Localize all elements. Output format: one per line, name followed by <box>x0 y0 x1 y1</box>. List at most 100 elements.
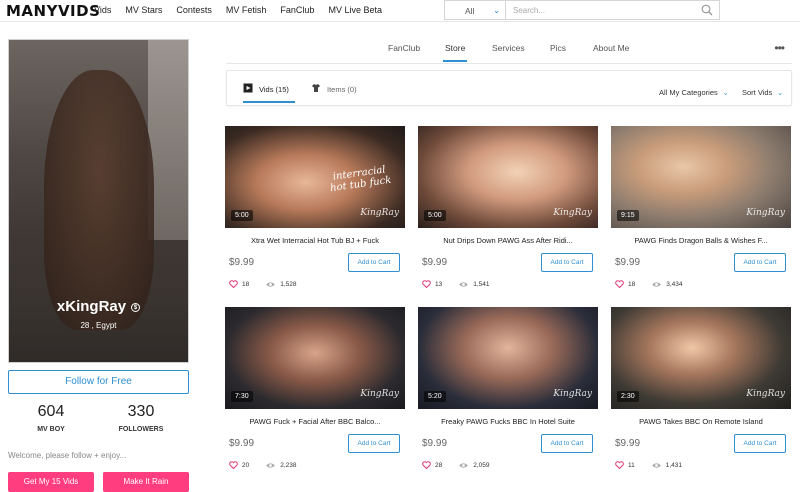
profile-tabs: FanClub Store Services Pics About Me ••• <box>226 38 792 64</box>
tab-services[interactable]: Services <box>492 43 525 53</box>
video-meta: 13 1,541 <box>422 280 490 288</box>
stat-followers: 330 FOLLOWERS <box>106 403 176 433</box>
chevron-down-icon: ⌄ <box>493 6 500 15</box>
stat-value: 330 <box>127 403 155 420</box>
add-to-cart-button[interactable]: Add to Cart <box>348 253 400 272</box>
video-likes: 20 <box>242 461 250 469</box>
video-meta: 11 1,431 <box>615 461 682 469</box>
add-to-cart-button[interactable]: Add to Cart <box>734 434 786 453</box>
video-card[interactable]: interracial hot tub fuck 5:00 KingRay Xt… <box>225 126 405 302</box>
video-likes: 28 <box>435 461 443 469</box>
video-duration: 2:30 <box>617 391 639 402</box>
video-thumbnail[interactable]: 9:15 KingRay <box>611 126 791 228</box>
welcome-text: Welcome, please follow + enjoy... <box>8 451 127 460</box>
video-title[interactable]: PAWG Finds Dragon Balls & Wishes F... <box>611 236 791 245</box>
make-it-rain-button[interactable]: Make It Rain <box>103 472 189 492</box>
tab-about-me[interactable]: About Me <box>593 43 629 53</box>
nav-fanclub[interactable]: FanClub <box>280 5 314 15</box>
subtab-items[interactable]: Items (0) <box>312 84 357 94</box>
video-card[interactable]: 7:30 KingRay PAWG Fuck + Facial After BB… <box>225 307 405 483</box>
stat-value: 604 <box>37 403 65 420</box>
verified-badge-icon: $ <box>131 302 141 312</box>
add-to-cart-button[interactable]: Add to Cart <box>541 434 593 453</box>
profile-name: xKingRay $ <box>9 298 188 315</box>
search-placeholder: Search... <box>513 6 546 15</box>
search-input[interactable]: Search... <box>506 0 720 20</box>
add-to-cart-button[interactable]: Add to Cart <box>734 253 786 272</box>
video-views: 1,431 <box>665 461 683 469</box>
video-thumbnail[interactable]: 5:00 KingRay <box>418 126 598 228</box>
get-vids-button[interactable]: Get My 15 Vids <box>8 472 94 492</box>
subtab-vids[interactable]: Vids (15) <box>243 83 295 103</box>
nav-mv-live[interactable]: MV Live Beta <box>328 5 382 15</box>
video-thumbnail[interactable]: 7:30 KingRay <box>225 307 405 409</box>
profile-location: 28 , Egypt <box>80 321 117 330</box>
video-views: 1,541 <box>473 280 490 288</box>
video-thumbnail[interactable]: 5:20 KingRay <box>418 307 598 409</box>
video-meta: 28 2,059 <box>422 461 490 469</box>
heart-icon[interactable] <box>615 461 624 469</box>
video-likes: 18 <box>242 280 250 288</box>
video-card[interactable]: 5:00 KingRay Nut Drips Down PAWG Ass Aft… <box>418 126 598 302</box>
video-duration: 5:00 <box>424 210 446 221</box>
profile-name-text: xKingRay <box>56 298 127 315</box>
eye-icon <box>459 281 469 287</box>
video-price: $9.99 <box>229 257 255 268</box>
video-card[interactable]: 5:20 KingRay Freaky PAWG Fucks BBC In Ho… <box>418 307 598 483</box>
video-meta: 18 3,434 <box>615 280 683 288</box>
subtab-items-label: Items (0) <box>327 85 357 94</box>
video-watermark: KingRay <box>746 208 785 218</box>
tab-pics[interactable]: Pics <box>550 43 566 53</box>
video-meta: 20 2,238 <box>229 461 297 469</box>
search-icon[interactable] <box>701 4 713 16</box>
video-price: $9.99 <box>615 257 641 268</box>
eye-icon <box>652 281 662 287</box>
video-duration: 7:30 <box>231 391 253 402</box>
categories-label: All My Categories <box>659 88 718 97</box>
nav-vids[interactable]: Vids <box>94 5 111 15</box>
video-likes: 18 <box>628 280 636 288</box>
main-nav: Vids MV Stars Contests MV Fetish FanClub… <box>94 5 382 15</box>
heart-icon[interactable] <box>229 461 238 469</box>
eye-icon <box>459 462 469 468</box>
heart-icon[interactable] <box>422 461 431 469</box>
video-title[interactable]: Freaky PAWG Fucks BBC In Hotel Suite <box>418 417 598 426</box>
heart-icon[interactable] <box>615 280 624 288</box>
video-views: 3,434 <box>666 280 683 288</box>
eye-icon <box>266 281 276 287</box>
video-duration: 5:20 <box>424 391 446 402</box>
logo[interactable]: MANYVIDS <box>6 2 100 20</box>
video-title[interactable]: PAWG Takes BBC On Remote Island <box>611 417 791 426</box>
categories-dropdown[interactable]: All My Categories ⌄ <box>659 88 729 97</box>
add-to-cart-button[interactable]: Add to Cart <box>348 434 400 453</box>
heart-icon[interactable] <box>229 280 238 288</box>
add-to-cart-button[interactable]: Add to Cart <box>541 253 593 272</box>
video-title[interactable]: Nut Drips Down PAWG Ass After Ridi... <box>418 236 598 245</box>
nav-contests[interactable]: Contests <box>176 5 212 15</box>
follow-button[interactable]: Follow for Free <box>8 370 189 394</box>
video-views: 2,238 <box>280 461 297 469</box>
video-title[interactable]: PAWG Fuck + Facial After BBC Balco... <box>225 417 405 426</box>
tab-store[interactable]: Store <box>442 43 468 62</box>
video-card[interactable]: 2:30 KingRay PAWG Takes BBC On Remote Is… <box>611 307 791 483</box>
video-watermark: KingRay <box>360 389 399 399</box>
video-duration: 5:00 <box>231 210 253 221</box>
more-options-icon[interactable]: ••• <box>774 41 785 55</box>
nav-mv-stars[interactable]: MV Stars <box>125 5 162 15</box>
video-thumbnail[interactable]: 2:30 KingRay <box>611 307 791 409</box>
sort-label: Sort Vids <box>742 88 773 97</box>
heart-icon[interactable] <box>422 280 431 288</box>
video-thumbnail[interactable]: interracial hot tub fuck 5:00 KingRay <box>225 126 405 228</box>
store-subnav: Vids (15) Items (0) All My Categories ⌄ S… <box>226 70 792 106</box>
eye-icon <box>651 462 661 468</box>
thumbnail-overlay-text: interracial hot tub fuck <box>329 164 392 195</box>
video-title[interactable]: Xtra Wet Interracial Hot Tub BJ + Fuck <box>225 236 405 245</box>
sort-dropdown[interactable]: Sort Vids ⌄ <box>742 88 783 97</box>
nav-mv-fetish[interactable]: MV Fetish <box>226 5 267 15</box>
search-category-select[interactable]: All ⌄ <box>444 0 506 20</box>
video-duration: 9:15 <box>617 210 639 221</box>
video-icon <box>243 83 253 93</box>
video-watermark: KingRay <box>553 208 592 218</box>
tab-fanclub[interactable]: FanClub <box>388 43 420 53</box>
video-card[interactable]: 9:15 KingRay PAWG Finds Dragon Balls & W… <box>611 126 791 302</box>
